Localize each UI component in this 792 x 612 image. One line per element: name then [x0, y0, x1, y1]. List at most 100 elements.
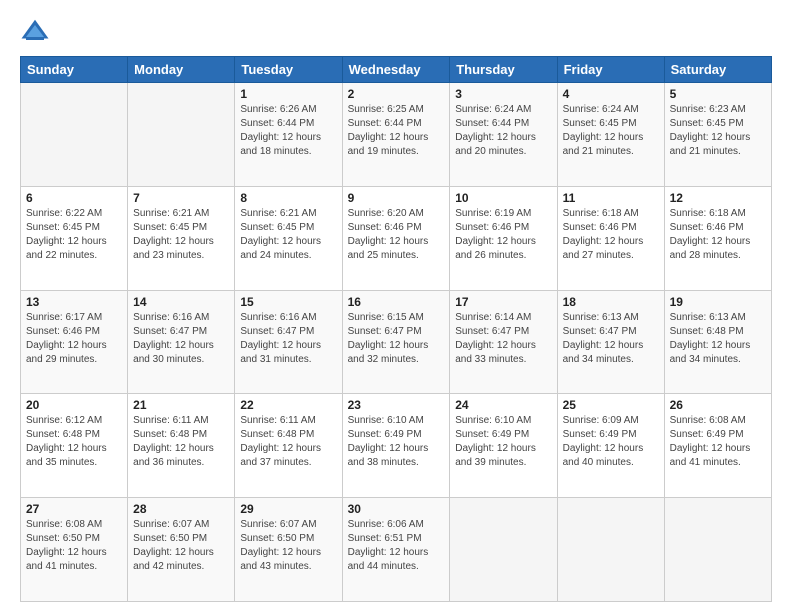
day-info: Sunrise: 6:25 AM Sunset: 6:44 PM Dayligh… — [348, 104, 429, 157]
day-info: Sunrise: 6:11 AM Sunset: 6:48 PM Dayligh… — [240, 415, 321, 468]
calendar-cell — [21, 83, 128, 187]
calendar-cell — [450, 498, 557, 602]
day-number: 30 — [348, 502, 445, 516]
day-number: 3 — [455, 87, 551, 101]
header — [20, 16, 772, 46]
week-row-3: 13 Sunrise: 6:17 AM Sunset: 6:46 PM Dayli… — [21, 290, 772, 394]
calendar-cell: 30 Sunrise: 6:06 AM Sunset: 6:51 PM Dayli… — [342, 498, 450, 602]
calendar-header: SundayMondayTuesdayWednesdayThursdayFrid… — [21, 57, 772, 83]
calendar-cell: 27Sunrise: 6:08 AM Sunset: 6:50 PM Dayli… — [21, 498, 128, 602]
day-number: 2 — [348, 87, 445, 101]
day-info: Sunrise: 6:10 AM Sunset: 6:49 PM Dayligh… — [348, 415, 429, 468]
header-cell-wednesday: Wednesday — [342, 57, 450, 83]
calendar-cell: 8Sunrise: 6:21 AM Sunset: 6:45 PM Daylig… — [235, 186, 342, 290]
day-info: Sunrise: 6:26 AM Sunset: 6:44 PM Dayligh… — [240, 104, 321, 157]
logo — [20, 16, 54, 46]
calendar-cell: 16 Sunrise: 6:15 AM Sunset: 6:47 PM Dayli… — [342, 290, 450, 394]
calendar-cell: 29 Sunrise: 6:07 AM Sunset: 6:50 PM Dayli… — [235, 498, 342, 602]
day-number: 21 — [133, 398, 229, 412]
calendar-cell: 2 Sunrise: 6:25 AM Sunset: 6:44 PM Daylig… — [342, 83, 450, 187]
day-info: Sunrise: 6:15 AM Sunset: 6:47 PM Dayligh… — [348, 312, 429, 365]
day-info: Sunrise: 6:18 AM Sunset: 6:46 PM Dayligh… — [563, 208, 644, 261]
day-number: 16 — [348, 295, 445, 309]
calendar-cell — [557, 498, 664, 602]
day-number: 10 — [455, 191, 551, 205]
day-info: Sunrise: 6:20 AM Sunset: 6:46 PM Dayligh… — [348, 208, 429, 261]
day-info: Sunrise: 6:24 AM Sunset: 6:44 PM Dayligh… — [455, 104, 536, 157]
day-number: 17 — [455, 295, 551, 309]
day-number: 8 — [240, 191, 336, 205]
day-number: 29 — [240, 502, 336, 516]
day-number: 9 — [348, 191, 445, 205]
day-info: Sunrise: 6:22 AM Sunset: 6:45 PM Dayligh… — [26, 208, 107, 261]
day-number: 11 — [563, 191, 659, 205]
day-info: Sunrise: 6:23 AM Sunset: 6:45 PM Dayligh… — [670, 104, 751, 157]
day-number: 12 — [670, 191, 766, 205]
day-number: 6 — [26, 191, 122, 205]
calendar-cell: 6 Sunrise: 6:22 AM Sunset: 6:45 PM Daylig… — [21, 186, 128, 290]
day-number: 28 — [133, 502, 229, 516]
calendar-cell: 17Sunrise: 6:14 AM Sunset: 6:47 PM Dayli… — [450, 290, 557, 394]
calendar: SundayMondayTuesdayWednesdayThursdayFrid… — [20, 56, 772, 602]
day-info: Sunrise: 6:19 AM Sunset: 6:46 PM Dayligh… — [455, 208, 536, 261]
header-cell-thursday: Thursday — [450, 57, 557, 83]
day-info: Sunrise: 6:17 AM Sunset: 6:46 PM Dayligh… — [26, 312, 107, 365]
day-info: Sunrise: 6:16 AM Sunset: 6:47 PM Dayligh… — [240, 312, 321, 365]
day-number: 25 — [563, 398, 659, 412]
day-number: 23 — [348, 398, 445, 412]
day-info: Sunrise: 6:18 AM Sunset: 6:46 PM Dayligh… — [670, 208, 751, 261]
day-info: Sunrise: 6:16 AM Sunset: 6:47 PM Dayligh… — [133, 312, 214, 365]
day-info: Sunrise: 6:11 AM Sunset: 6:48 PM Dayligh… — [133, 415, 214, 468]
day-info: Sunrise: 6:10 AM Sunset: 6:49 PM Dayligh… — [455, 415, 536, 468]
day-number: 7 — [133, 191, 229, 205]
day-info: Sunrise: 6:06 AM Sunset: 6:51 PM Dayligh… — [348, 519, 429, 572]
week-row-5: 27Sunrise: 6:08 AM Sunset: 6:50 PM Dayli… — [21, 498, 772, 602]
week-row-2: 6 Sunrise: 6:22 AM Sunset: 6:45 PM Daylig… — [21, 186, 772, 290]
calendar-cell: 18Sunrise: 6:13 AM Sunset: 6:47 PM Dayli… — [557, 290, 664, 394]
day-number: 26 — [670, 398, 766, 412]
day-info: Sunrise: 6:12 AM Sunset: 6:48 PM Dayligh… — [26, 415, 107, 468]
calendar-cell: 9 Sunrise: 6:20 AM Sunset: 6:46 PM Daylig… — [342, 186, 450, 290]
day-info: Sunrise: 6:07 AM Sunset: 6:50 PM Dayligh… — [133, 519, 214, 572]
calendar-cell: 10 Sunrise: 6:19 AM Sunset: 6:46 PM Dayli… — [450, 186, 557, 290]
calendar-cell: 19Sunrise: 6:13 AM Sunset: 6:48 PM Dayli… — [664, 290, 771, 394]
calendar-cell: 21 Sunrise: 6:11 AM Sunset: 6:48 PM Dayli… — [128, 394, 235, 498]
day-number: 27 — [26, 502, 122, 516]
calendar-cell: 14Sunrise: 6:16 AM Sunset: 6:47 PM Dayli… — [128, 290, 235, 394]
calendar-cell: 25 Sunrise: 6:09 AM Sunset: 6:49 PM Dayli… — [557, 394, 664, 498]
calendar-cell: 5 Sunrise: 6:23 AM Sunset: 6:45 PM Daylig… — [664, 83, 771, 187]
day-number: 22 — [240, 398, 336, 412]
calendar-body: 1Sunrise: 6:26 AM Sunset: 6:44 PM Daylig… — [21, 83, 772, 602]
day-info: Sunrise: 6:24 AM Sunset: 6:45 PM Dayligh… — [563, 104, 644, 157]
day-info: Sunrise: 6:08 AM Sunset: 6:49 PM Dayligh… — [670, 415, 751, 468]
week-row-1: 1Sunrise: 6:26 AM Sunset: 6:44 PM Daylig… — [21, 83, 772, 187]
day-info: Sunrise: 6:21 AM Sunset: 6:45 PM Dayligh… — [133, 208, 214, 261]
day-number: 4 — [563, 87, 659, 101]
calendar-cell: 11 Sunrise: 6:18 AM Sunset: 6:46 PM Dayli… — [557, 186, 664, 290]
header-cell-saturday: Saturday — [664, 57, 771, 83]
week-row-4: 20 Sunrise: 6:12 AM Sunset: 6:48 PM Dayli… — [21, 394, 772, 498]
calendar-cell: 12 Sunrise: 6:18 AM Sunset: 6:46 PM Dayli… — [664, 186, 771, 290]
calendar-cell: 23 Sunrise: 6:10 AM Sunset: 6:49 PM Dayli… — [342, 394, 450, 498]
day-number: 19 — [670, 295, 766, 309]
calendar-cell: 13 Sunrise: 6:17 AM Sunset: 6:46 PM Dayli… — [21, 290, 128, 394]
calendar-cell: 4 Sunrise: 6:24 AM Sunset: 6:45 PM Daylig… — [557, 83, 664, 187]
header-row: SundayMondayTuesdayWednesdayThursdayFrid… — [21, 57, 772, 83]
day-number: 20 — [26, 398, 122, 412]
calendar-cell: 22 Sunrise: 6:11 AM Sunset: 6:48 PM Dayli… — [235, 394, 342, 498]
day-info: Sunrise: 6:13 AM Sunset: 6:47 PM Dayligh… — [563, 312, 644, 365]
calendar-cell — [128, 83, 235, 187]
day-number: 15 — [240, 295, 336, 309]
calendar-cell: 3 Sunrise: 6:24 AM Sunset: 6:44 PM Daylig… — [450, 83, 557, 187]
calendar-cell — [664, 498, 771, 602]
day-info: Sunrise: 6:07 AM Sunset: 6:50 PM Dayligh… — [240, 519, 321, 572]
header-cell-friday: Friday — [557, 57, 664, 83]
day-info: Sunrise: 6:09 AM Sunset: 6:49 PM Dayligh… — [563, 415, 644, 468]
logo-icon — [20, 16, 50, 46]
calendar-cell: 7 Sunrise: 6:21 AM Sunset: 6:45 PM Daylig… — [128, 186, 235, 290]
day-number: 13 — [26, 295, 122, 309]
header-cell-sunday: Sunday — [21, 57, 128, 83]
calendar-cell: 26 Sunrise: 6:08 AM Sunset: 6:49 PM Dayli… — [664, 394, 771, 498]
day-number: 5 — [670, 87, 766, 101]
header-cell-tuesday: Tuesday — [235, 57, 342, 83]
